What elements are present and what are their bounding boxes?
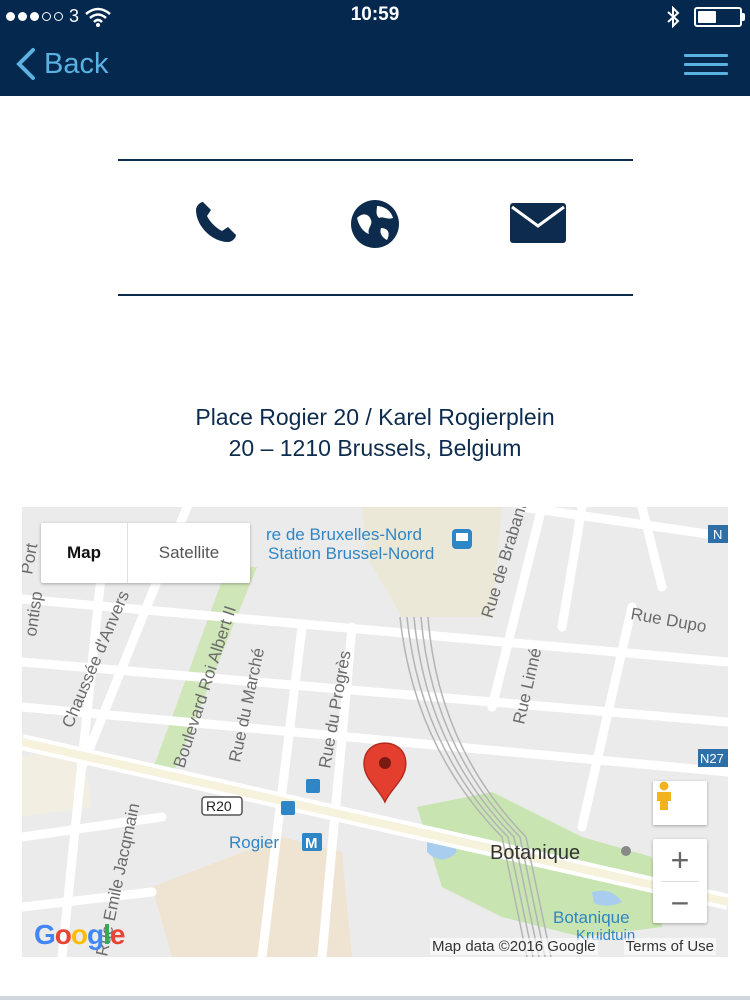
status-right: [666, 6, 745, 28]
street-view-pegman-icon[interactable]: [653, 781, 707, 825]
map-attribution: Map data ©2016 Google Terms of Use: [429, 938, 716, 955]
chevron-left-icon: [16, 48, 35, 80]
clock: 10:59: [350, 4, 400, 25]
address-block: Place Rogier 20 / Karel Rogierplein 20 –…: [0, 402, 750, 464]
address-line-2: 20 – 1210 Brussels, Belgium: [228, 435, 522, 461]
map-label-botanique: Botanique: [490, 842, 580, 864]
bottom-divider: [118, 294, 633, 296]
contact-icons: [118, 198, 633, 258]
globe-icon[interactable]: [349, 198, 401, 250]
map-view[interactable]: Chaussée d'Anvers Boulevard Roi Albert I…: [22, 507, 728, 957]
map-type-satellite-button[interactable]: Satellite: [128, 523, 250, 583]
map-type-control: Map Satellite: [41, 523, 250, 583]
bus-stop-icon: [281, 801, 295, 815]
envelope-icon[interactable]: [509, 202, 567, 244]
zoom-out-button[interactable]: −: [653, 882, 707, 924]
battery-icon: [694, 7, 745, 27]
zoom-in-button[interactable]: +: [653, 839, 707, 881]
address-line-1: Place Rogier 20 / Karel Rogierplein: [195, 404, 555, 430]
back-label: Back: [44, 47, 109, 80]
bottom-edge: [0, 996, 750, 1000]
road-shield-r20-label: R20: [206, 798, 232, 814]
map-type-map-button[interactable]: Map: [41, 523, 128, 583]
status-bar: 3 10:59: [0, 0, 750, 34]
top-divider: [118, 159, 633, 161]
road-shield-n27-label: N27: [700, 751, 724, 766]
map-label-kruidtuin-1: Botanique: [553, 908, 630, 927]
map-label-station1: re de Bruxelles-Nord: [266, 525, 422, 544]
map-data-credit: Map data ©2016 Google: [429, 938, 598, 955]
back-button[interactable]: Back: [14, 42, 108, 86]
google-logo[interactable]: Google: [34, 919, 125, 951]
bus-stop-icon: [306, 779, 320, 793]
bluetooth-icon: [667, 6, 680, 28]
metro-label: M: [305, 835, 318, 852]
hamburger-menu-icon[interactable]: [684, 48, 728, 80]
zoom-control: + −: [653, 839, 707, 923]
app-header: 3 10:59 Back: [0, 0, 750, 96]
map-label-station2: Station Brussel-Noord: [268, 544, 434, 563]
road-shield-n-label: N: [713, 527, 722, 542]
poi-dot-icon: [621, 846, 631, 856]
terms-of-use-link[interactable]: Terms of Use: [623, 938, 716, 955]
map-label-rogier: Rogier: [229, 833, 279, 852]
phone-icon[interactable]: [192, 198, 240, 246]
